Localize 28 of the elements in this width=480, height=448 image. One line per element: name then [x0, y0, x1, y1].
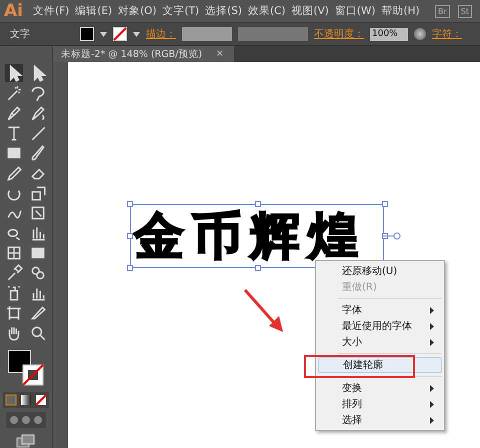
- menu-item[interactable]: 效果(C): [245, 4, 289, 18]
- opacity-field[interactable]: 100%: [370, 28, 408, 40]
- menu-item[interactable]: 对象(O): [115, 4, 160, 18]
- menu-item[interactable]: 视图(V): [288, 4, 332, 18]
- app-logo: Ai: [4, 1, 24, 21]
- close-button[interactable]: ×: [216, 49, 224, 59]
- tool-label: 文字: [10, 28, 31, 41]
- menu-item[interactable]: 还原移动(U): [318, 263, 442, 279]
- document-tab[interactable]: 未标题-2* @ 148% (RGB/预览) ×: [53, 46, 234, 62]
- menu-item[interactable]: 选择: [318, 412, 442, 428]
- menu-item[interactable]: 文字(T): [160, 4, 202, 18]
- opacity-label[interactable]: 不透明度：: [314, 27, 364, 41]
- character-label[interactable]: 字符：: [432, 27, 462, 41]
- menu-item[interactable]: 最近使用的字体: [318, 318, 442, 334]
- menu-item[interactable]: 窗口(W): [332, 4, 378, 18]
- app-button[interactable]: St: [458, 4, 472, 18]
- artwork-text: 金币辉煌: [132, 208, 367, 264]
- menu-item[interactable]: 变换: [318, 380, 442, 396]
- menu-item[interactable]: 创建轮廓: [318, 357, 442, 373]
- menu-item[interactable]: 排列: [318, 396, 442, 412]
- menu-item[interactable]: 帮助(H): [378, 4, 423, 18]
- menu-item[interactable]: 选择(S): [202, 4, 245, 18]
- menu-item[interactable]: 编辑(E): [72, 4, 116, 18]
- menu-item[interactable]: 字体: [318, 302, 442, 318]
- menu-item[interactable]: 大小: [318, 334, 442, 350]
- menu-item[interactable]: 文件(F): [30, 4, 72, 18]
- stroke-label[interactable]: 描边：: [146, 27, 176, 41]
- app-button[interactable]: Br: [435, 4, 450, 18]
